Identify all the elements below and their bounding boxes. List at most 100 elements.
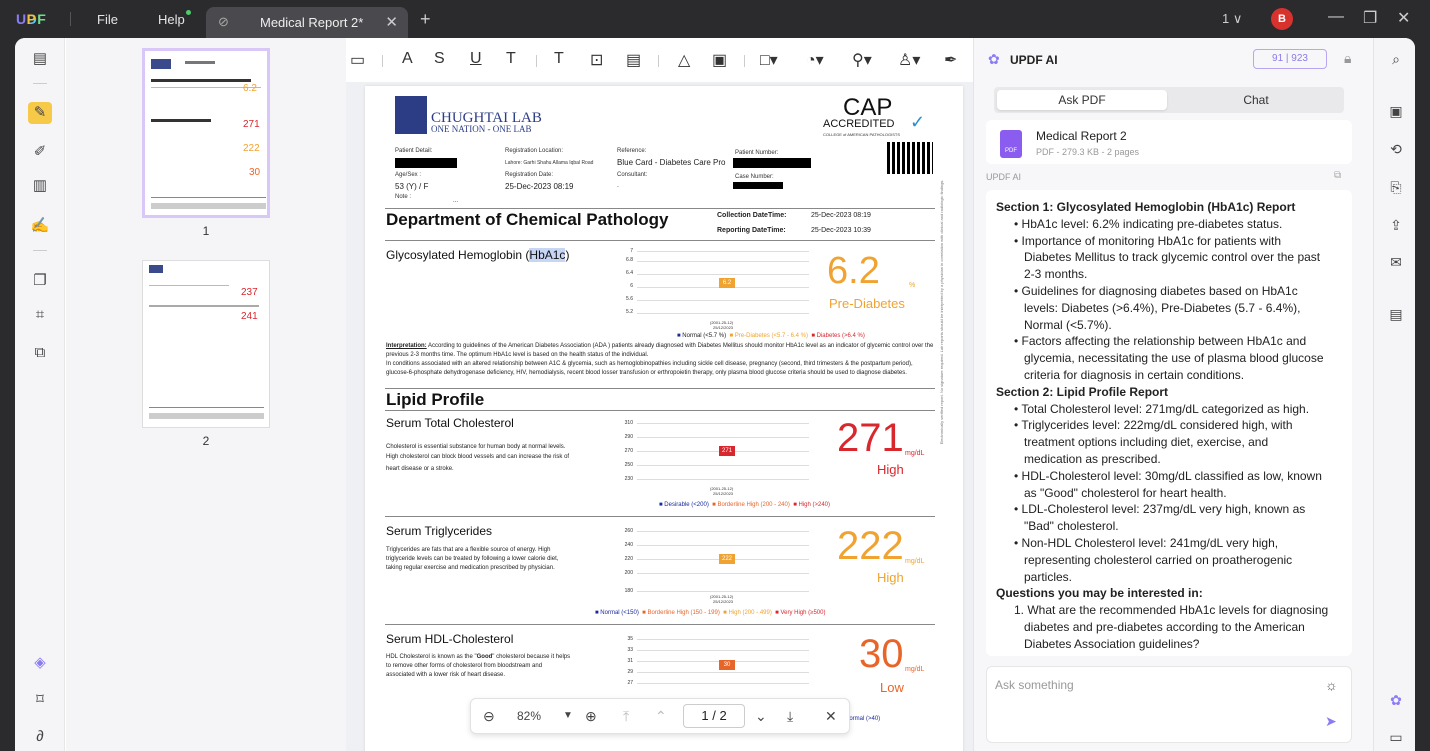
attachment-icon[interactable]: ∂	[28, 726, 52, 748]
hdl-desc-part: HDL Cholesterol is known as the "	[386, 654, 477, 660]
redacted	[733, 158, 811, 168]
comment-mode-icon[interactable]: ✎	[28, 102, 52, 124]
ai-response-line: representing cholesterol carried on proa…	[1024, 552, 1293, 567]
y-tick: 27	[627, 680, 633, 686]
email-icon[interactable]: ✉	[1385, 251, 1407, 273]
page-number-1: 1	[202, 224, 210, 238]
tab-chat[interactable]: Chat	[1171, 90, 1341, 110]
updf-ai-panel: ✿ UPDF AI 91 | 923 🔒︎ Ask PDF Chat PDF M…	[973, 38, 1373, 751]
close-tab-icon[interactable]: ✕	[385, 13, 398, 31]
cholesterol-status: High	[877, 462, 904, 477]
underline-icon[interactable]: U	[470, 50, 482, 68]
consultant-value: .	[617, 182, 619, 189]
squiggly-icon[interactable]: T	[506, 50, 516, 68]
window-count-dropdown[interactable]: 1 ∨	[1222, 11, 1242, 27]
patient-detail-label: Patient Detail:	[395, 148, 433, 154]
zoom-level[interactable]: 82%	[517, 709, 541, 723]
text-box-icon[interactable]: ⊡	[590, 50, 603, 70]
document-tab[interactable]: ⊘ Medical Report 2* ✕	[206, 7, 408, 38]
highlight-icon[interactable]: A	[402, 50, 413, 68]
bookmark-icon[interactable]: ⌑	[28, 689, 52, 711]
ai-response-line: Diabetes Association guidelines?	[1024, 636, 1200, 651]
lab-logo-icon	[395, 96, 427, 134]
prompt-tips-icon[interactable]: ☼	[1325, 677, 1338, 693]
shape-icon[interactable]: □▾	[760, 50, 778, 70]
fill-sign-icon[interactable]: ✍	[28, 215, 52, 237]
ai-response-line: glycemia, necessitating the use of plasm…	[1024, 351, 1324, 366]
file-meta: PDF - 279.3 KB - 2 pages	[1036, 147, 1140, 157]
updf-logo[interactable]: U P DF	[16, 11, 46, 27]
send-icon[interactable]: ➤	[1325, 713, 1337, 730]
edit-pdf-icon[interactable]: ✐	[28, 141, 52, 163]
title-divider	[70, 12, 71, 26]
page-thumbnail-1[interactable]: 6.2 271 222 30	[142, 48, 270, 218]
avatar[interactable]: B	[1271, 8, 1293, 30]
triglycerides-bar: 222	[719, 554, 735, 564]
form-icon[interactable]: ▥	[28, 175, 52, 197]
text-icon[interactable]: T	[554, 50, 564, 68]
minimize-button[interactable]: —	[1328, 8, 1344, 26]
comment-icon[interactable]: ▭	[350, 50, 365, 70]
pin-icon[interactable]: ⚲▾	[852, 50, 872, 70]
signature-icon[interactable]: ✒	[944, 50, 957, 70]
menu-help[interactable]: Help	[158, 12, 185, 27]
document-viewer[interactable]: CHUGHTAI LAB ONE NATION - ONE LAB CAP AC…	[346, 82, 986, 751]
reporting-value: 25-Dec-2023 10:39	[811, 227, 871, 234]
next-page-icon[interactable]: ⌄	[755, 708, 767, 725]
zoom-in-icon[interactable]: ⊕	[585, 708, 597, 725]
page-number-input[interactable]: 1 / 2	[683, 704, 745, 728]
cholesterol-desc: Cholesterol is essential substance for h…	[386, 444, 566, 450]
text-callout-icon[interactable]: ▤	[626, 50, 641, 70]
ask-input-box[interactable]: Ask something ☼ ➤	[986, 666, 1352, 743]
share-icon[interactable]: ⇪	[1385, 214, 1407, 236]
ai-response-line: diabetes and pre-diabetes according to t…	[1024, 620, 1305, 634]
hdl-desc: associated with a lower risk of heart di…	[386, 672, 506, 678]
y-tick: 200	[624, 570, 633, 576]
restore-button[interactable]: ❐	[1363, 8, 1377, 28]
new-tab-button[interactable]: +	[420, 9, 431, 30]
strikethrough-icon[interactable]: S	[434, 50, 445, 68]
crop-icon[interactable]: ⌗	[28, 304, 52, 326]
triglycerides-title: Serum Triglycerides	[386, 524, 493, 538]
file-protect-icon[interactable]: ⎘	[1385, 176, 1407, 198]
divider	[33, 83, 47, 84]
zoom-dropdown-icon[interactable]: ▼	[563, 710, 573, 721]
save-icon[interactable]: ▤	[1385, 303, 1407, 325]
eraser-icon[interactable]: ▣	[712, 50, 727, 70]
menu-file[interactable]: File	[97, 12, 118, 27]
tab-ask-pdf[interactable]: Ask PDF	[997, 90, 1167, 110]
registration-date-label: Registration Date:	[505, 172, 554, 178]
pencil-icon[interactable]: △	[678, 50, 690, 70]
close-nav-icon[interactable]: ✕	[825, 708, 837, 725]
last-page-icon[interactable]: ⤓	[787, 708, 793, 725]
convert-icon[interactable]: ⟲	[1385, 138, 1407, 160]
pdf-file-icon: PDF	[1000, 130, 1022, 158]
thumb-value: 30	[249, 167, 261, 178]
ask-input[interactable]: Ask something	[995, 678, 1074, 692]
organize-pages-icon[interactable]: ❐	[28, 270, 52, 292]
title-bar: U P DF File Help ⊘ Medical Report 2* ✕ + 1…	[0, 0, 1430, 38]
ocr-icon[interactable]: ▣	[1385, 100, 1407, 122]
stamp-icon[interactable]: ♙▾	[898, 50, 920, 70]
legend-item: Normal (<150)	[600, 610, 639, 616]
sticker-icon[interactable]: ◔▾	[806, 50, 824, 70]
cap-college: COLLEGE of AMERICAN PATHOLOGISTS	[823, 132, 900, 137]
y-tick: 6	[630, 283, 633, 289]
first-page-icon[interactable]: ⤒	[623, 708, 629, 725]
file-card[interactable]: PDF Medical Report 2 PDF - 279.3 KB - 2 …	[986, 120, 1352, 164]
copy-icon[interactable]: ⧉	[1334, 170, 1341, 181]
comment-list-icon[interactable]: ▭	[1385, 726, 1407, 748]
layers-icon[interactable]: ◈	[28, 652, 52, 674]
lock-icon[interactable]: 🔒︎	[1344, 50, 1351, 67]
close-window-button[interactable]: ✕	[1397, 8, 1410, 28]
previous-page-icon[interactable]: ⌃	[655, 708, 667, 725]
protect-icon[interactable]: ⧉	[28, 342, 52, 364]
search-icon[interactable]: ⌕	[1385, 48, 1407, 70]
legend-item: High (200 - 499)	[728, 610, 772, 616]
zoom-out-icon[interactable]: ⊖	[483, 708, 495, 725]
credits-badge[interactable]: 91 | 923	[1253, 49, 1327, 69]
page-thumbnail-2[interactable]: 237 241	[142, 260, 270, 428]
reader-mode-icon[interactable]: ▤	[28, 48, 52, 70]
ai-assistant-icon[interactable]: ✿	[1385, 689, 1407, 711]
hdl-title: Serum HDL-Cholesterol	[386, 632, 514, 646]
